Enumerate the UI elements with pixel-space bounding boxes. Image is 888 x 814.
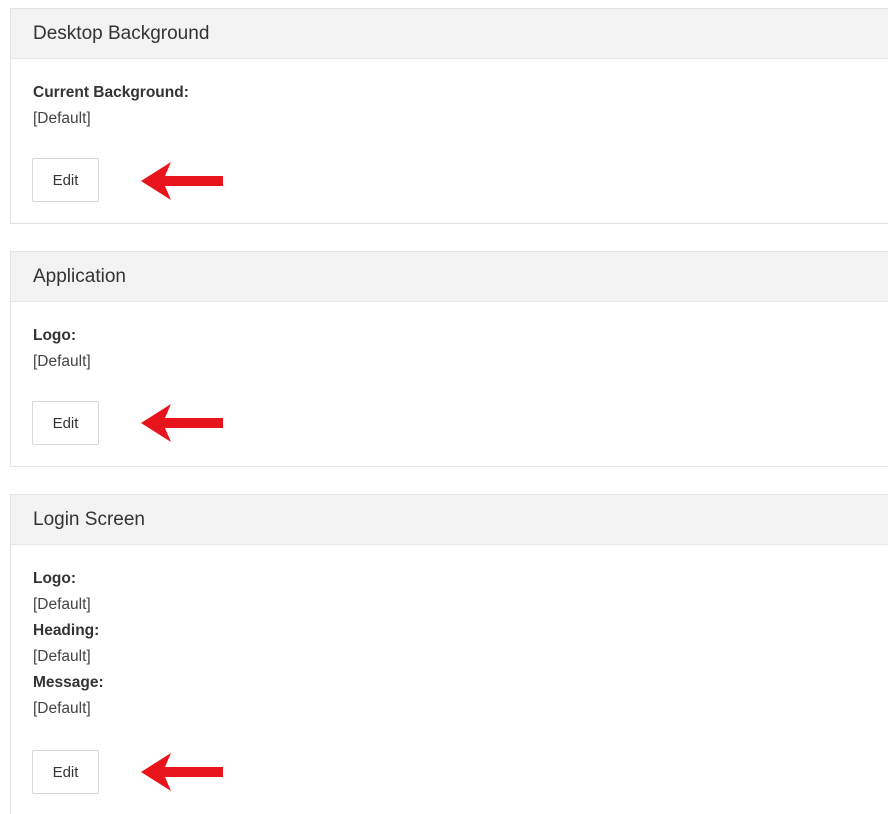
logo-label: Logo: — [33, 570, 77, 587]
logo-label: Logo: — [33, 327, 77, 344]
current-background-label: Current Background: — [33, 84, 189, 101]
red-arrow-icon — [141, 753, 223, 791]
heading-value: [Default] — [33, 648, 91, 665]
panel-title: Application — [33, 265, 126, 287]
panel-header: Login Screen — [11, 495, 888, 545]
panel-body: Logo: [Default] Heading: [Default] Messa… — [11, 545, 888, 814]
panel-title: Login Screen — [33, 508, 145, 530]
desktop-background-panel: Desktop Background Current Background: [… — [10, 8, 888, 224]
current-background-value: [Default] — [33, 110, 91, 127]
logo-value: [Default] — [33, 353, 91, 370]
panel-body: Current Background: [Default] Edit — [11, 59, 888, 223]
logo-value: [Default] — [33, 596, 91, 613]
heading-label: Heading: — [33, 622, 100, 639]
edit-login-screen-button[interactable]: Edit — [32, 750, 99, 794]
settings-page: Desktop Background Current Background: [… — [0, 0, 888, 814]
application-panel: Application Logo: [Default] Edit — [10, 251, 888, 467]
red-arrow-icon — [141, 404, 223, 442]
panel-header: Desktop Background — [11, 9, 888, 59]
login-screen-panel: Login Screen Logo: [Default] Heading: [D… — [10, 494, 888, 814]
message-value: [Default] — [33, 700, 91, 717]
red-arrow-icon — [141, 162, 223, 200]
edit-application-button[interactable]: Edit — [32, 401, 99, 445]
panel-header: Application — [11, 252, 888, 302]
edit-desktop-background-button[interactable]: Edit — [32, 158, 99, 202]
message-label: Message: — [33, 674, 104, 691]
panel-title: Desktop Background — [33, 22, 210, 44]
panel-body: Logo: [Default] Edit — [11, 302, 888, 466]
